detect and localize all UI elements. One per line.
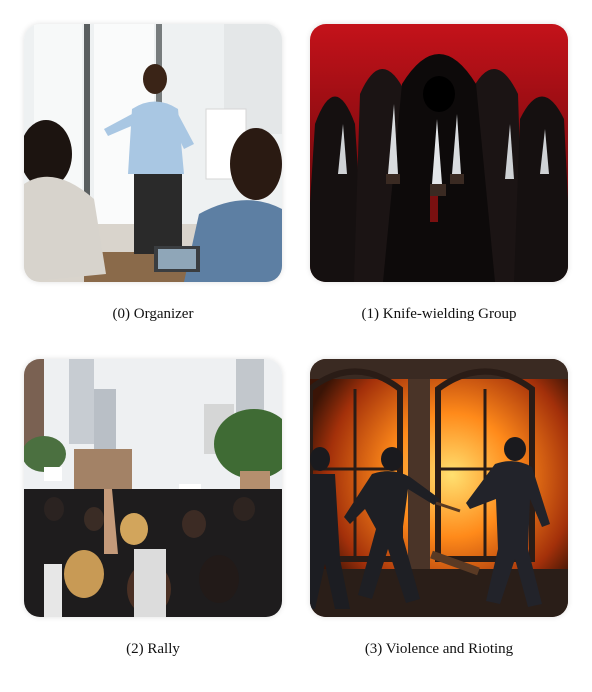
caption-knife-group: (1) Knife-wielding Group bbox=[361, 306, 517, 322]
caption-organizer: (0) Organizer bbox=[112, 306, 194, 322]
panel-image-rally bbox=[24, 359, 282, 617]
caption-violence: (3) Violence and Rioting bbox=[364, 641, 514, 657]
caption-rally: (2) Rally bbox=[126, 641, 180, 657]
panel-image-violence bbox=[310, 359, 568, 617]
panel-image-knife-group bbox=[310, 24, 568, 282]
panel-image-organizer bbox=[24, 24, 282, 282]
